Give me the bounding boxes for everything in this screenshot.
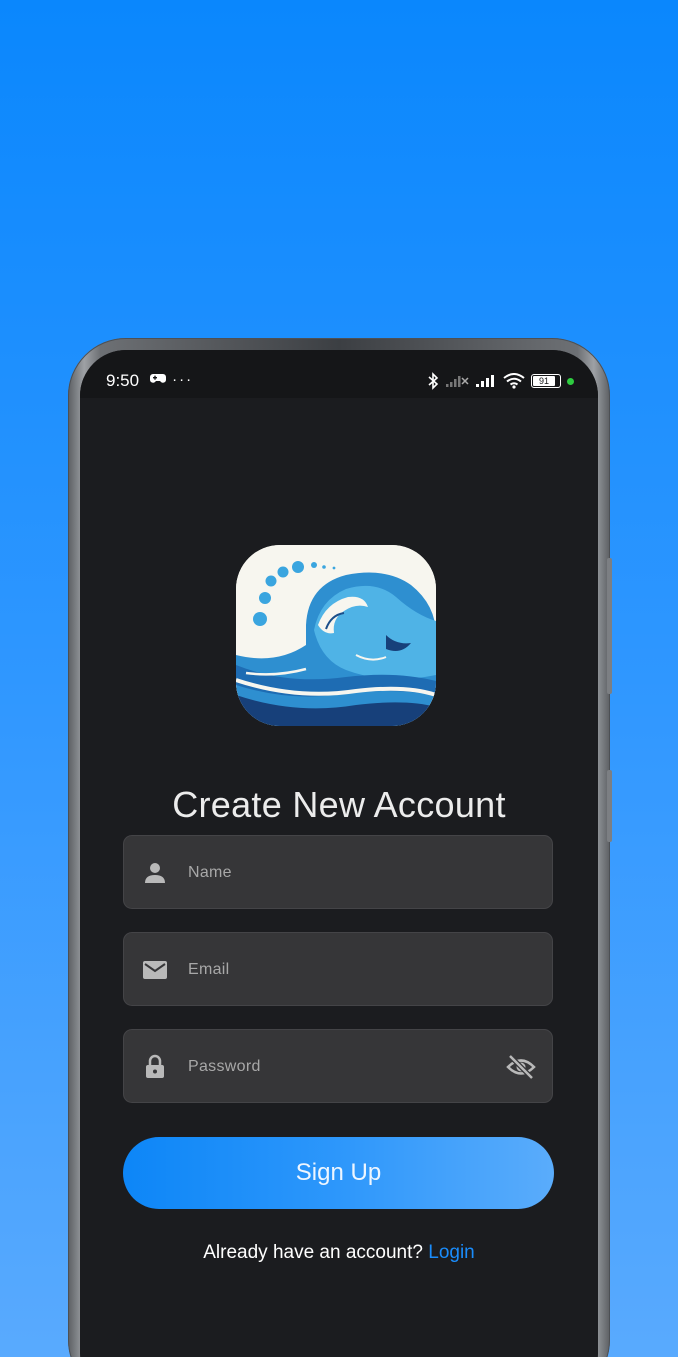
page-title: Create New Account	[172, 784, 506, 826]
game-controller-icon	[150, 374, 166, 383]
login-prompt: Already have an account? Login	[80, 1242, 598, 1264]
lock-icon	[146, 1054, 164, 1078]
email-input[interactable]	[186, 933, 510, 1007]
wave-logo-icon	[236, 545, 436, 726]
bluetooth-icon	[428, 372, 439, 390]
mail-icon	[143, 961, 167, 979]
status-left-icons: ···	[150, 371, 193, 388]
email-field[interactable]	[123, 932, 553, 1007]
volume-button	[607, 558, 612, 694]
power-button	[607, 770, 612, 842]
phone-screen: 9:50 ··· 91 Create New Account Name Emai…	[80, 350, 598, 1357]
wifi-icon	[503, 373, 525, 389]
signal-icon	[476, 375, 494, 387]
status-time: 9:50	[106, 371, 140, 390]
login-prompt-text: Already have an account?	[203, 1242, 423, 1263]
name-field[interactable]	[123, 835, 553, 910]
signal-off-icon	[446, 376, 469, 387]
person-icon	[145, 863, 165, 883]
sign-up-button[interactable]: Sign Up	[123, 1137, 554, 1209]
password-field[interactable]	[123, 1029, 553, 1104]
login-link[interactable]: Login	[428, 1242, 475, 1263]
eye-off-icon[interactable]	[506, 1054, 536, 1080]
battery-level: 91	[533, 376, 555, 386]
name-input[interactable]	[186, 836, 510, 910]
more-dots-icon: ···	[172, 371, 194, 388]
status-right-icons: 91	[427, 370, 574, 392]
battery-icon: 91	[531, 374, 561, 388]
status-bar: 9:50 ··· 91	[80, 350, 598, 398]
password-input[interactable]	[186, 1030, 510, 1104]
camera-indicator-dot	[567, 377, 574, 385]
